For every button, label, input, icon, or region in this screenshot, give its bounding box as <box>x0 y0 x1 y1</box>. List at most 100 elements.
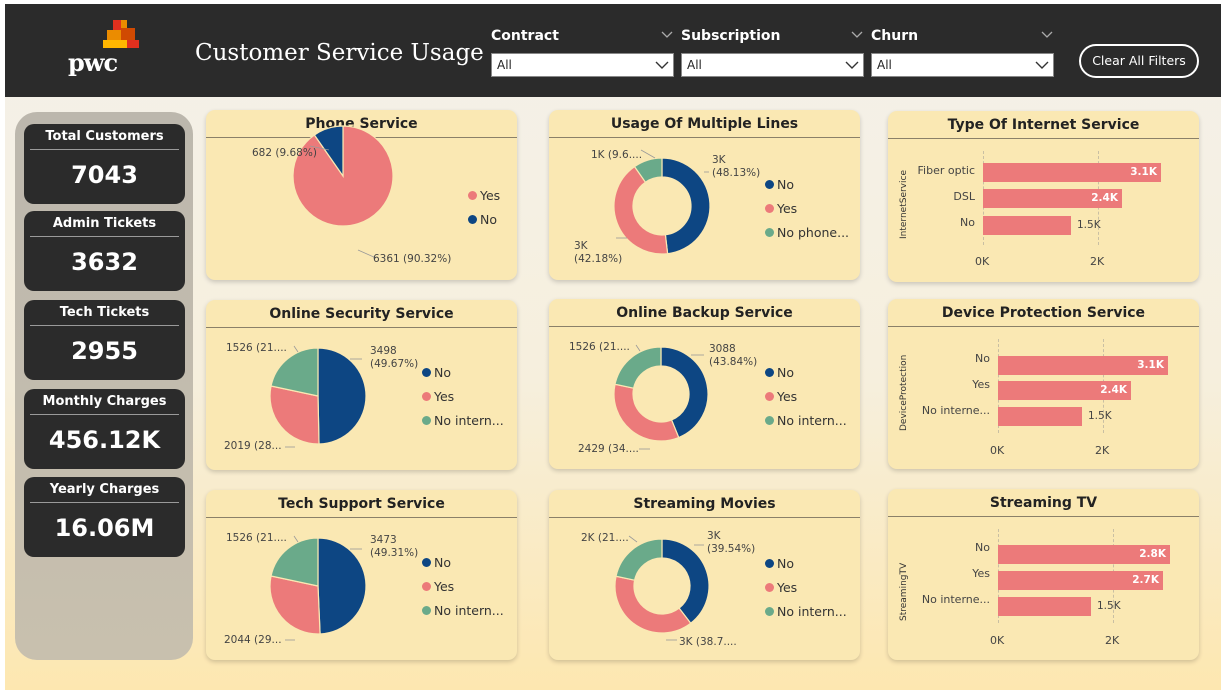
legend-item-no[interactable]: No <box>422 361 504 385</box>
filter-contract-select[interactable]: All <box>491 53 674 77</box>
pwc-logo-text: pwc <box>68 48 118 77</box>
legend-dot-icon <box>468 215 477 224</box>
legend-dot-icon <box>765 607 774 616</box>
legend-dot-icon <box>765 392 774 401</box>
chevron-down-icon[interactable] <box>1040 28 1054 42</box>
pie-slice-yes[interactable] <box>613 383 680 442</box>
chevron-down-icon[interactable] <box>850 28 864 42</box>
legend-item-yes[interactable]: Yes <box>765 385 847 409</box>
legend-label: Yes <box>777 201 798 216</box>
data-label: 2.8K <box>1139 548 1166 560</box>
pie-slice-no[interactable] <box>661 538 710 625</box>
data-label: 3K (48.13%) <box>712 154 761 179</box>
chart-card-streaming-movies[interactable]: Streaming Movies 3K (39.54%) 3K (38.7.... 2… <box>549 490 860 660</box>
legend-label: Yes <box>777 389 798 404</box>
chart-card-online-security-service[interactable]: Online Security Service 3498 (49.67%) 2019… <box>206 300 517 470</box>
pie-slice-no-intern[interactable] <box>615 538 663 581</box>
bar-no-interne[interactable]: 1.5K <box>998 407 1112 426</box>
legend-item-no-intern[interactable]: No intern... <box>765 409 847 433</box>
filter-churn: Churn All <box>871 26 1054 77</box>
legend-item-no-intern[interactable]: No intern... <box>765 600 847 624</box>
legend-label: No intern... <box>777 413 847 428</box>
legend-label: No intern... <box>434 603 504 618</box>
bar-dsl[interactable]: 2.4K <box>983 189 1122 208</box>
filter-churn-value: All <box>877 58 892 72</box>
legend-label: Yes <box>434 389 455 404</box>
data-label: 682 (9.68%) <box>252 147 317 159</box>
category-label-dsl: DSL <box>953 190 975 203</box>
filter-contract-label: Contract <box>491 28 559 44</box>
bar-no-interne[interactable]: 1.5K <box>998 597 1121 616</box>
clear-all-filters-button[interactable]: Clear All Filters <box>1079 44 1199 78</box>
chart-title: Streaming TV <box>989 495 1098 511</box>
legend-item-yes[interactable]: Yes <box>468 184 500 208</box>
data-label: 2019 (28... <box>224 440 282 452</box>
legend-item-no-phone[interactable]: No phone... <box>765 221 849 245</box>
dashboard-frame: pwc Customer Service Usage Contract All … <box>5 4 1221 690</box>
chart-card-tech-support-service[interactable]: Tech Support Service 3473 (49.31%) 2044 (2… <box>206 490 517 660</box>
data-label: 3.1K <box>1130 166 1157 178</box>
legend-dot-icon <box>422 582 431 591</box>
chart-card-type-of-internet-service[interactable]: Type Of Internet Service InternetService 0… <box>888 111 1199 282</box>
bar-fiber-optic[interactable]: 3.1K <box>983 163 1161 182</box>
chevron-down-icon[interactable] <box>660 28 674 42</box>
pie-slice-no[interactable] <box>317 347 367 445</box>
legend-dot-icon <box>765 180 774 189</box>
data-label: 2044 (29... <box>224 634 282 646</box>
bar-yes[interactable]: 2.7K <box>998 571 1163 590</box>
chart-card-streaming-tv[interactable]: Streaming TV StreamingTV 0K 2K No 2.8K Yes 2.7K… <box>888 489 1199 660</box>
pwc-logo-mark-icon <box>103 20 139 48</box>
legend-dot-icon <box>765 583 774 592</box>
legend-item-no-intern[interactable]: No intern... <box>422 599 504 623</box>
divider <box>888 138 1199 139</box>
chart-title: Device Protection Service <box>941 305 1146 321</box>
data-label: 3498 (49.67%) <box>370 345 419 370</box>
legend-item-no[interactable]: No <box>422 551 504 575</box>
legend-item-no[interactable]: No <box>468 208 500 232</box>
bar-yes[interactable]: 2.4K <box>998 381 1131 400</box>
legend-label: No <box>434 365 451 380</box>
legend-dot-icon <box>422 392 431 401</box>
filter-subscription-value: All <box>687 58 702 72</box>
category-label-no-interne: No interne... <box>921 404 990 417</box>
bar-no[interactable]: 1.5K <box>983 216 1101 235</box>
filter-subscription-select[interactable]: All <box>681 53 864 77</box>
pie-slice-no[interactable] <box>661 157 711 255</box>
legend-item-no[interactable]: No <box>765 552 847 576</box>
legend-label: No <box>777 365 794 380</box>
chart-card-device-protection-service[interactable]: Device Protection Service DeviceProtectio… <box>888 299 1199 469</box>
legend-item-yes[interactable]: Yes <box>765 197 849 221</box>
filter-churn-select[interactable]: All <box>871 53 1054 77</box>
pie-slice-yes[interactable] <box>614 575 692 634</box>
chart-legend: No Yes No intern... <box>422 551 504 623</box>
data-label: 2.4K <box>1091 192 1118 204</box>
legend-item-yes[interactable]: Yes <box>422 575 504 599</box>
pie-slice-no[interactable] <box>317 537 367 635</box>
bar-no[interactable]: 3.1K <box>998 356 1168 375</box>
legend-item-no[interactable]: No <box>765 173 849 197</box>
data-label: 3K (42.18%) <box>574 240 623 265</box>
data-label: 3K (38.7.... <box>679 636 737 648</box>
legend-item-yes[interactable]: Yes <box>765 576 847 600</box>
kpi-label: Tech Tickets <box>30 300 179 326</box>
chart-card-usage-of-multiple-lines[interactable]: Usage Of Multiple Lines 3K (48.13%) 3K (42… <box>549 110 860 280</box>
chart-legend: No Yes No intern... <box>765 552 847 624</box>
data-label: 1526 (21.... <box>226 342 287 354</box>
y-axis-title: DeviceProtection <box>899 354 909 431</box>
kpi-label: Yearly Charges <box>30 477 179 503</box>
chart-legend: Yes No <box>468 184 500 232</box>
bar-no[interactable]: 2.8K <box>998 545 1170 564</box>
data-label: 2429 (34.... <box>578 443 639 455</box>
legend-item-no-intern[interactable]: No intern... <box>422 409 504 433</box>
data-label: 3K (39.54%) <box>707 530 756 555</box>
data-label: 3.1K <box>1137 359 1164 371</box>
chart-card-online-backup-service[interactable]: Online Backup Service 3088 (43.84%) 2429 (… <box>549 299 860 469</box>
legend-item-yes[interactable]: Yes <box>422 385 504 409</box>
legend-dot-icon <box>765 204 774 213</box>
legend-item-no[interactable]: No <box>765 361 847 385</box>
filter-contract: Contract All <box>491 26 674 77</box>
chart-card-phone-service[interactable]: Phone Service 6361 (90.32%) 682 (9.68%) Yes… <box>206 110 517 280</box>
filter-contract-value: All <box>497 58 512 72</box>
legend-label: No phone... <box>777 225 850 240</box>
kpi-panel: Total Customers 7043 Admin Tickets 3632 … <box>15 112 193 660</box>
